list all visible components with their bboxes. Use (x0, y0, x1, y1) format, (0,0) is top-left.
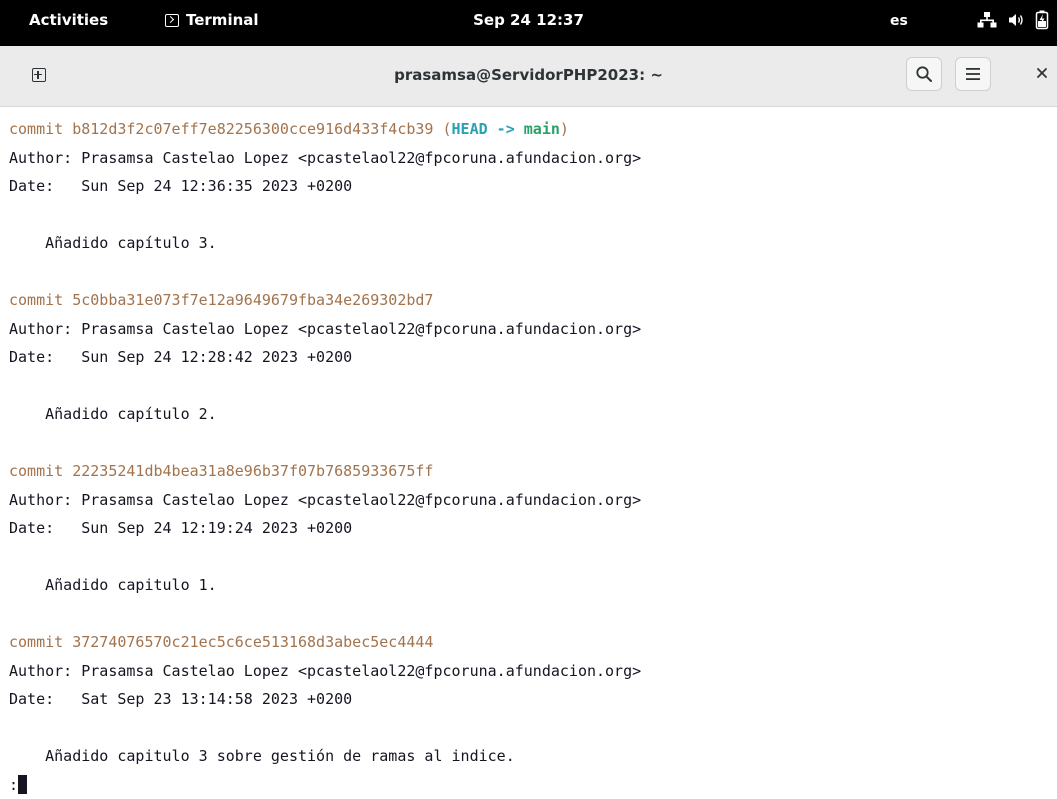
commit-prefix: commit (9, 633, 72, 651)
author-line: Author: Prasamsa Castelao Lopez <pcastel… (9, 315, 1057, 344)
commit-message: Añadido capitulo 1. (9, 571, 1057, 600)
commit-hash: 37274076570c21ec5c6ce513168d3abec5ec4444 (72, 633, 433, 651)
volume-icon (1007, 11, 1025, 29)
main-menu-button[interactable] (955, 57, 991, 91)
commit-message: Añadido capítulo 2. (9, 400, 1057, 429)
search-icon (915, 65, 933, 83)
blank-line (9, 258, 1057, 287)
pager-prompt[interactable]: : (9, 771, 1057, 799)
commit-hash: 22235241db4bea31a8e96b37f07b7685933675ff (72, 462, 433, 480)
date-line: Date: Sun Sep 24 12:28:42 2023 +0200 (9, 343, 1057, 372)
activities-button[interactable]: Activities (29, 11, 108, 29)
commit-line: commit 22235241db4bea31a8e96b37f07b76859… (9, 457, 1057, 486)
blank-line (9, 201, 1057, 230)
hamburger-menu-icon (965, 67, 981, 81)
author-line: Author: Prasamsa Castelao Lopez <pcastel… (9, 144, 1057, 173)
window-title: prasamsa@ServidorPHP2023: ~ (0, 66, 1057, 84)
branch-name: main (524, 120, 560, 138)
blank-line (9, 714, 1057, 743)
date-line: Date: Sun Sep 24 12:36:35 2023 +0200 (9, 172, 1057, 201)
commit-prefix: commit (9, 291, 72, 309)
window-header-bar: prasamsa@ServidorPHP2023: ~ (0, 46, 1057, 107)
commit-message: Añadido capitulo 3 sobre gestión de rama… (9, 742, 1057, 771)
date-line: Date: Sun Sep 24 12:19:24 2023 +0200 (9, 514, 1057, 543)
ref-close: ) (560, 120, 569, 138)
network-icon (977, 11, 997, 29)
app-menu[interactable]: Terminal (165, 11, 259, 29)
blank-line (9, 429, 1057, 458)
terminal-output[interactable]: commit b812d3f2c07eff7e82256300cce916d43… (0, 107, 1057, 791)
new-tab-icon (32, 68, 46, 82)
battery-icon (1035, 10, 1049, 30)
date-line: Date: Sat Sep 23 13:14:58 2023 +0200 (9, 685, 1057, 714)
top-bar: Activities Terminal Sep 24 12:37 es (0, 0, 1057, 46)
blank-line (9, 600, 1057, 629)
close-icon (1036, 67, 1048, 79)
author-line: Author: Prasamsa Castelao Lopez <pcastel… (9, 486, 1057, 515)
commit-prefix: commit (9, 462, 72, 480)
blank-line (9, 372, 1057, 401)
search-button[interactable] (906, 57, 942, 91)
commit-prefix: commit (9, 120, 72, 138)
commit-line: commit 37274076570c21ec5c6ce513168d3abec… (9, 628, 1057, 657)
blank-line (9, 543, 1057, 572)
commit-hash: b812d3f2c07eff7e82256300cce916d433f4cb39 (72, 120, 433, 138)
commit-line: commit 5c0bba31e073f7e12a9649679fba34e26… (9, 286, 1057, 315)
head-ref: HEAD -> (452, 120, 524, 138)
author-line: Author: Prasamsa Castelao Lopez <pcastel… (9, 657, 1057, 686)
new-tab-button[interactable] (20, 59, 58, 91)
commit-message: Añadido capítulo 3. (9, 229, 1057, 258)
ref-open: ( (433, 120, 451, 138)
commit-hash: 5c0bba31e073f7e12a9649679fba34e269302bd7 (72, 291, 433, 309)
system-tray[interactable] (977, 10, 1049, 30)
terminal-icon (165, 14, 179, 27)
app-name: Terminal (186, 11, 259, 29)
language-indicator[interactable]: es (890, 13, 908, 29)
commit-line: commit b812d3f2c07eff7e82256300cce916d43… (9, 115, 1057, 144)
close-window-button[interactable] (1030, 61, 1054, 85)
